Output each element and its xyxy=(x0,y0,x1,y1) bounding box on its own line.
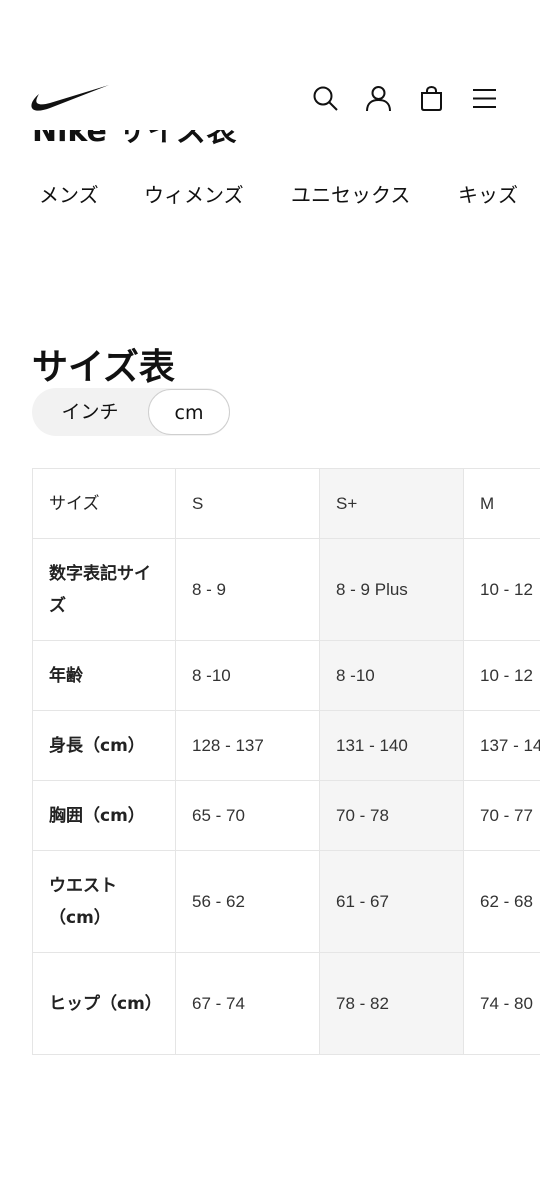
row-label: 年齢 xyxy=(32,640,176,711)
table-row: ウエスト（cm） 56 - 62 61 - 67 62 - 68 xyxy=(32,850,540,953)
table-cell: 10 - 12 xyxy=(463,640,540,711)
category-tabs: メンズ ウィメンズ ユニセックス キッズ xyxy=(0,178,540,214)
table-cell: 67 - 74 xyxy=(175,952,320,1055)
size-table: サイズ S S+ M 数字表記サイズ 8 - 9 8 - 9 Plus 10 -… xyxy=(32,468,540,1055)
row-label: 胸囲（cm） xyxy=(32,780,176,851)
search-icon[interactable] xyxy=(312,85,339,112)
column-header: サイズ xyxy=(32,468,176,539)
size-table-scroll[interactable]: サイズ S S+ M 数字表記サイズ 8 - 9 8 - 9 Plus 10 -… xyxy=(32,468,540,1055)
table-cell: 78 - 82 xyxy=(319,952,464,1055)
column-header: M xyxy=(463,468,540,539)
table-row: 身長（cm） 128 - 137 131 - 140 137 - 146 xyxy=(32,710,540,781)
table-cell: 61 - 67 xyxy=(319,850,464,953)
size-chart-title: サイズ表 xyxy=(32,347,175,388)
column-header: S xyxy=(175,468,320,539)
tab-womens[interactable]: ウィメンズ xyxy=(144,178,244,212)
table-cell: 128 - 137 xyxy=(175,710,320,781)
table-cell: 8 - 9 Plus xyxy=(319,538,464,641)
table-cell: 56 - 62 xyxy=(175,850,320,953)
table-row: ヒップ（cm） 67 - 74 78 - 82 74 - 80 xyxy=(32,952,540,1055)
unit-cm-option[interactable]: cm xyxy=(148,389,230,435)
row-label: ヒップ（cm） xyxy=(32,952,176,1055)
table-cell: 8 -10 xyxy=(175,640,320,711)
table-cell: 62 - 68 xyxy=(463,850,540,953)
table-cell: 10 - 12 xyxy=(463,538,540,641)
unit-toggle: インチ cm xyxy=(32,388,230,436)
account-icon[interactable] xyxy=(365,85,392,112)
page: Nike サイズ表 メンズ ウィメンズ ユニセックス キッズ サイズ表 インチ … xyxy=(0,0,540,1200)
site-header xyxy=(0,0,540,130)
menu-icon[interactable] xyxy=(471,85,498,112)
table-cell: 70 - 78 xyxy=(319,780,464,851)
tab-kids[interactable]: キッズ xyxy=(458,178,518,212)
table-cell: 131 - 140 xyxy=(319,710,464,781)
nike-swoosh-logo[interactable] xyxy=(30,84,110,114)
table-cell: 74 - 80 xyxy=(463,952,540,1055)
table-cell: 65 - 70 xyxy=(175,780,320,851)
tab-mens[interactable]: メンズ xyxy=(39,178,99,212)
table-header-row: サイズ S S+ M xyxy=(32,468,540,539)
table-row: 年齢 8 -10 8 -10 10 - 12 xyxy=(32,640,540,711)
row-label: 数字表記サイズ xyxy=(32,538,176,641)
table-row: 数字表記サイズ 8 - 9 8 - 9 Plus 10 - 12 xyxy=(32,538,540,641)
tab-unisex[interactable]: ユニセックス xyxy=(291,178,410,212)
table-cell: 8 -10 xyxy=(319,640,464,711)
row-label: 身長（cm） xyxy=(32,710,176,781)
table-cell: 137 - 146 xyxy=(463,710,540,781)
unit-inch-option[interactable]: インチ xyxy=(32,388,148,436)
column-header: S+ xyxy=(319,468,464,539)
table-cell: 8 - 9 xyxy=(175,538,320,641)
row-label: ウエスト（cm） xyxy=(32,850,176,953)
table-cell: 70 - 77 xyxy=(463,780,540,851)
table-row: 胸囲（cm） 65 - 70 70 - 78 70 - 77 xyxy=(32,780,540,851)
bag-icon[interactable] xyxy=(418,85,445,112)
